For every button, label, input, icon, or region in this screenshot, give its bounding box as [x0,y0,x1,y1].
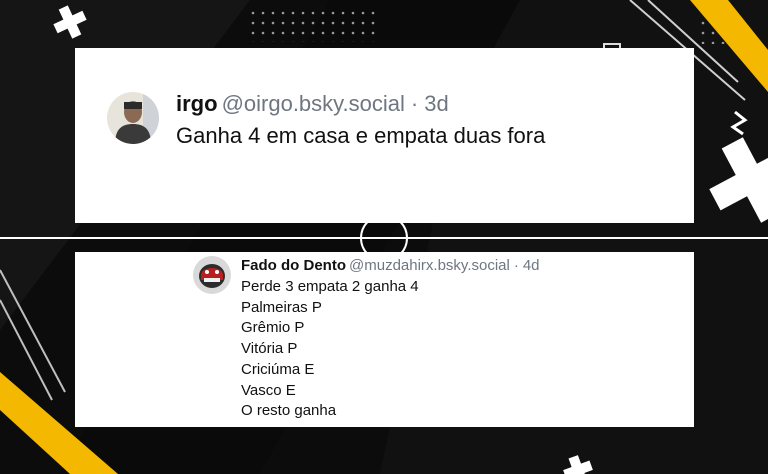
post-line: Vitória P [241,340,298,358]
post-line: Criciúma E [241,360,315,378]
user-avatar-icon [107,92,159,144]
dot-grid-top [250,6,380,42]
post-text: Perde 3 empata 2 ganha 4 Palmeiras P Grê… [241,277,419,422]
avatar[interactable] [193,256,231,294]
post-timestamp[interactable]: 4d [523,257,540,274]
avatar[interactable] [107,92,159,144]
post-header: irgo @oirgo.bsky.social · 3d [176,91,449,117]
display-name[interactable]: irgo [176,91,218,116]
separator: · [410,91,419,116]
separator: · [513,257,519,274]
user-handle[interactable]: @oirgo.bsky.social [222,91,405,116]
post-card-2[interactable]: Fado do Dento @muzdahirx.bsky.social · 4d P… [75,252,694,427]
post-card-1[interactable]: irgo @oirgo.bsky.social · 3d Ganha 4 em cas… [75,48,694,223]
post-timestamp[interactable]: 3d [424,91,448,116]
post-line: Grêmio P [241,319,305,337]
post-line: Vasco E [241,381,296,399]
post-line: O resto ganha [241,402,337,420]
post-header: Fado do Dento @muzdahirx.bsky.social · 4d [241,257,540,275]
post-text: Ganha 4 em casa e empata duas fora [176,123,546,148]
user-avatar-icon [193,256,231,294]
user-handle[interactable]: @muzdahirx.bsky.social [349,257,510,274]
post-line: Perde 3 empata 2 ganha 4 [241,278,419,295]
post-line: Palmeiras P [241,298,322,316]
display-name[interactable]: Fado do Dento [241,257,346,274]
